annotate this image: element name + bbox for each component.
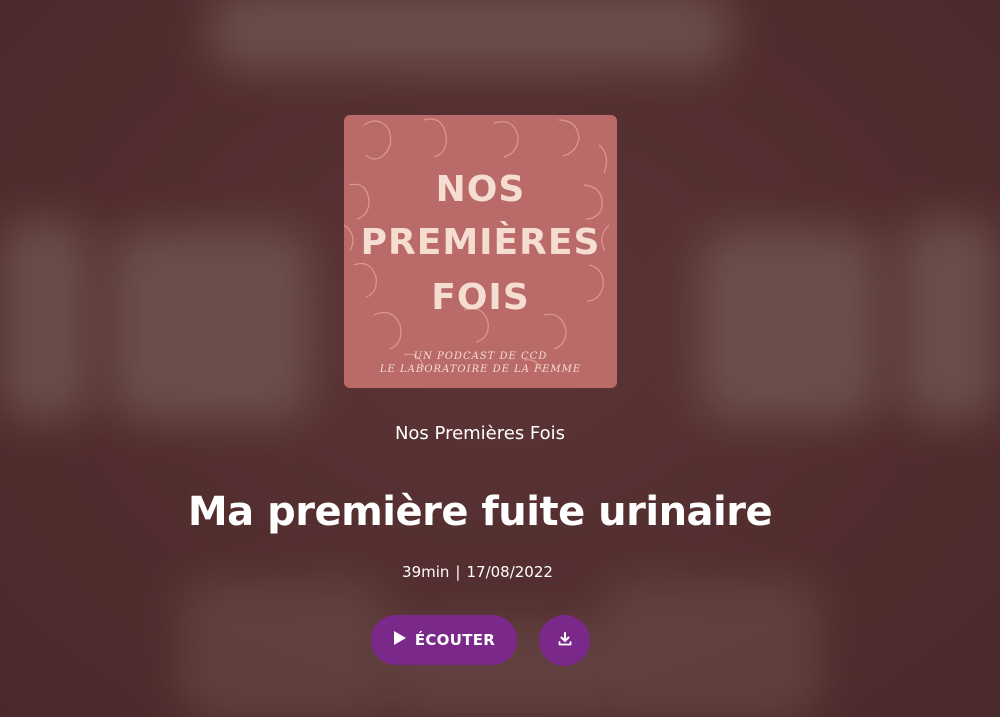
cover-title-line-1: NOS bbox=[435, 169, 526, 210]
podcast-cover-art: NOS PREMIÈRES FOIS UN PODCAST DE CCD LE … bbox=[344, 115, 617, 388]
cover-subtitle-line-1: UN PODCAST DE CCD bbox=[413, 351, 548, 362]
episode-duration: 39min bbox=[402, 563, 450, 581]
meta-separator: | bbox=[455, 563, 461, 581]
episode-title: Ma première fuite urinaire bbox=[187, 489, 773, 535]
cover-title-line-3: FOIS bbox=[431, 277, 530, 318]
episode-meta: 39min | 17/08/2022 bbox=[0, 563, 955, 581]
listen-button-label: ÉCOUTER bbox=[414, 631, 496, 649]
download-icon bbox=[558, 631, 572, 650]
listen-button[interactable]: ÉCOUTER bbox=[371, 615, 517, 665]
download-button[interactable] bbox=[539, 615, 590, 666]
podcast-name[interactable]: Nos Premières Fois bbox=[0, 423, 960, 444]
cover-subtitle-line-2: LE LABORATOIRE DE LA FEMME bbox=[379, 364, 582, 375]
play-icon bbox=[393, 630, 407, 650]
episode-date: 17/08/2022 bbox=[466, 563, 553, 581]
cover-title-line-2: PREMIÈRES bbox=[360, 222, 601, 263]
